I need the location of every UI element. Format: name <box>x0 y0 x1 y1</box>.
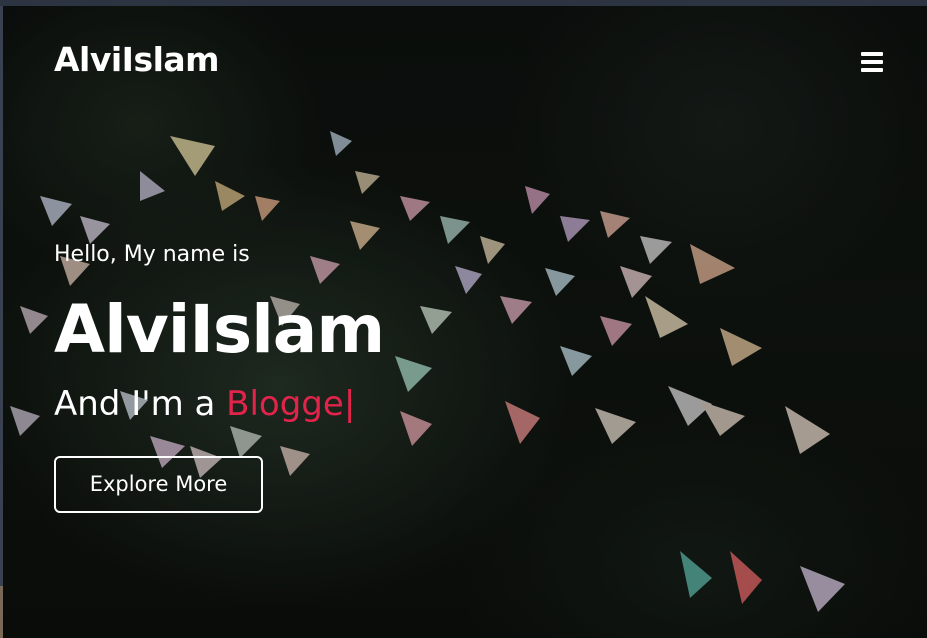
menu-bar-bottom <box>861 68 883 72</box>
hero-role-line: And I'm a Blogge| <box>54 382 384 426</box>
browser-viewport: AlviIslam Hello, My name is AlviIslam An… <box>0 0 927 638</box>
explore-more-button[interactable]: Explore More <box>54 456 263 513</box>
hamburger-menu-icon[interactable] <box>860 52 886 74</box>
hero-greeting: Hello, My name is <box>54 242 250 267</box>
hero-role-prefix: And I'm a <box>54 384 227 424</box>
hero-section: Hello, My name is AlviIslam And I'm a Bl… <box>54 240 385 513</box>
menu-bar-top <box>861 52 883 56</box>
top-navbar: AlviIslam <box>0 6 927 118</box>
site-logo[interactable]: AlviIslam <box>54 40 220 79</box>
hero-name: AlviIslam <box>54 291 385 368</box>
menu-bar-middle <box>861 60 883 64</box>
typing-cursor: | <box>343 384 356 424</box>
hero-role-word: Blogge <box>226 384 344 424</box>
window-left-border-lower <box>0 586 3 638</box>
